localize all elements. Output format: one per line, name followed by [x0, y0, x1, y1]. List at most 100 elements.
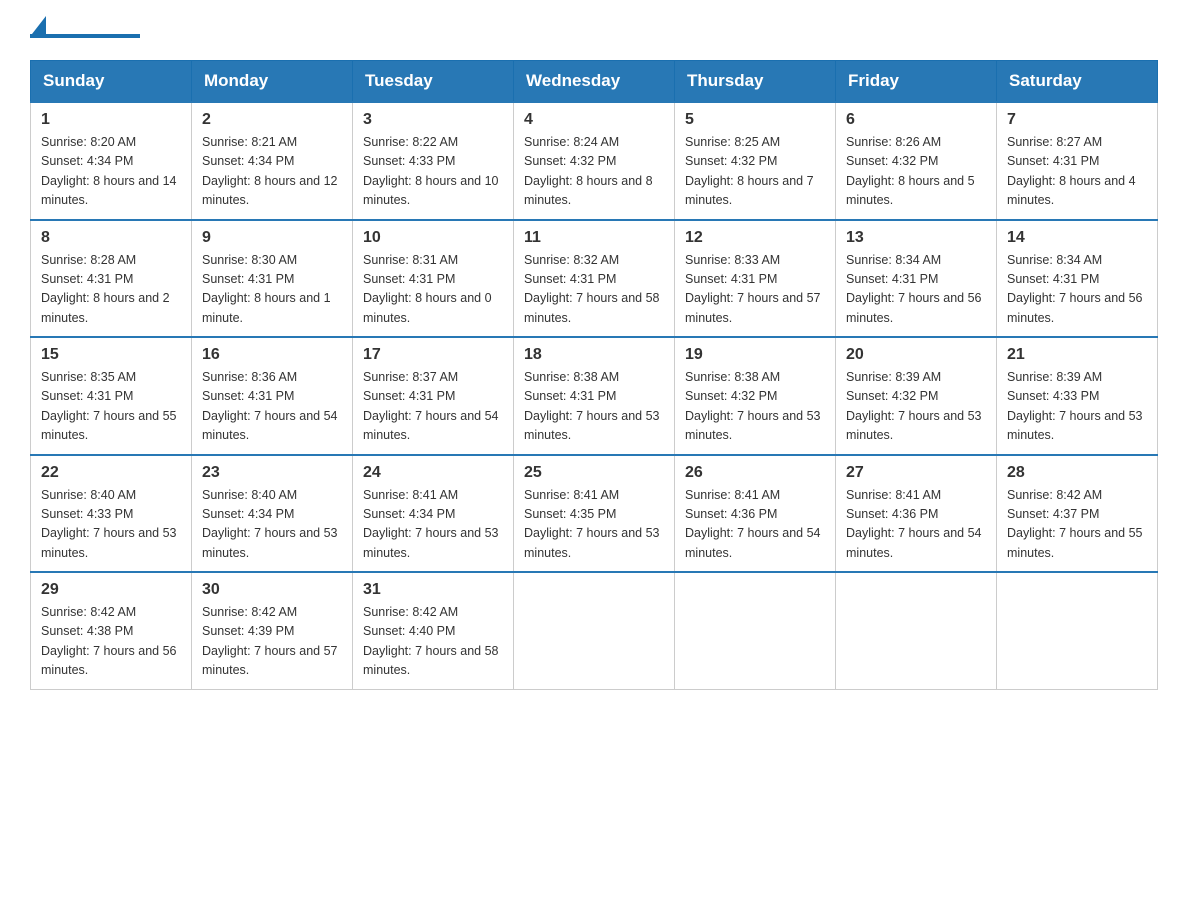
- logo: [30, 20, 140, 40]
- calendar-day-cell: 27Sunrise: 8:41 AMSunset: 4:36 PMDayligh…: [836, 455, 997, 573]
- day-info: Sunrise: 8:27 AMSunset: 4:31 PMDaylight:…: [1007, 133, 1147, 211]
- calendar-week-row: 22 Sunrise: 8:40 AMSunset: 4:33 PMDayligh…: [31, 455, 1158, 573]
- calendar-day-cell: 15 Sunrise: 8:35 AMSunset: 4:31 PMDayligh…: [31, 337, 192, 455]
- day-number: 6: [846, 111, 986, 129]
- calendar-day-cell: 31 Sunrise: 8:42 AMSunset: 4:40 PMDayligh…: [353, 572, 514, 689]
- day-info: Sunrise: 8:21 AMSunset: 4:34 PMDaylight:…: [202, 133, 342, 211]
- calendar-day-header: Tuesday: [353, 61, 514, 103]
- day-info: Sunrise: 8:33 AMSunset: 4:31 PMDaylight:…: [685, 251, 825, 329]
- calendar-day-cell: 12 Sunrise: 8:33 AMSunset: 4:31 PMDayligh…: [675, 220, 836, 338]
- day-number: 2: [202, 111, 342, 129]
- day-info: Sunrise: 8:34 AMSunset: 4:31 PMDaylight:…: [1007, 251, 1147, 329]
- day-info: Sunrise: 8:30 AMSunset: 4:31 PMDaylight:…: [202, 251, 342, 329]
- day-info: Sunrise: 8:38 AMSunset: 4:32 PMDaylight:…: [685, 368, 825, 446]
- day-number: 18: [524, 346, 664, 364]
- day-number: 13: [846, 229, 986, 247]
- day-number: 3: [363, 111, 503, 129]
- calendar-day-cell: 22 Sunrise: 8:40 AMSunset: 4:33 PMDayligh…: [31, 455, 192, 573]
- day-number: 27: [846, 464, 986, 482]
- day-number: 20: [846, 346, 986, 364]
- calendar-week-row: 1 Sunrise: 8:20 AMSunset: 4:34 PMDaylight…: [31, 102, 1158, 220]
- calendar-day-header: Saturday: [997, 61, 1158, 103]
- day-info: Sunrise: 8:42 AMSunset: 4:37 PMDaylight:…: [1007, 486, 1147, 564]
- day-number: 30: [202, 581, 342, 599]
- day-number: 7: [1007, 111, 1147, 129]
- day-info: Sunrise: 8:39 AMSunset: 4:33 PMDaylight:…: [1007, 368, 1147, 446]
- calendar-day-cell: 25Sunrise: 8:41 AMSunset: 4:35 PMDayligh…: [514, 455, 675, 573]
- day-info: Sunrise: 8:36 AMSunset: 4:31 PMDaylight:…: [202, 368, 342, 446]
- calendar-week-row: 29Sunrise: 8:42 AMSunset: 4:38 PMDayligh…: [31, 572, 1158, 689]
- calendar-day-cell: 5 Sunrise: 8:25 AMSunset: 4:32 PMDaylight…: [675, 102, 836, 220]
- calendar-day-cell: 9 Sunrise: 8:30 AMSunset: 4:31 PMDaylight…: [192, 220, 353, 338]
- day-number: 22: [41, 464, 181, 482]
- day-number: 17: [363, 346, 503, 364]
- calendar-day-header: Wednesday: [514, 61, 675, 103]
- day-info: Sunrise: 8:42 AMSunset: 4:40 PMDaylight:…: [363, 603, 503, 681]
- day-number: 21: [1007, 346, 1147, 364]
- calendar-day-cell: 30 Sunrise: 8:42 AMSunset: 4:39 PMDayligh…: [192, 572, 353, 689]
- day-info: Sunrise: 8:20 AMSunset: 4:34 PMDaylight:…: [41, 133, 181, 211]
- calendar-day-cell: 3 Sunrise: 8:22 AMSunset: 4:33 PMDaylight…: [353, 102, 514, 220]
- calendar-day-cell: [836, 572, 997, 689]
- calendar-day-cell: 4 Sunrise: 8:24 AMSunset: 4:32 PMDaylight…: [514, 102, 675, 220]
- day-info: Sunrise: 8:41 AMSunset: 4:35 PMDaylight:…: [524, 486, 664, 564]
- page-header: [30, 20, 1158, 40]
- day-info: Sunrise: 8:40 AMSunset: 4:33 PMDaylight:…: [41, 486, 181, 564]
- calendar-day-cell: 19Sunrise: 8:38 AMSunset: 4:32 PMDayligh…: [675, 337, 836, 455]
- day-info: Sunrise: 8:28 AMSunset: 4:31 PMDaylight:…: [41, 251, 181, 329]
- calendar-day-cell: 7 Sunrise: 8:27 AMSunset: 4:31 PMDaylight…: [997, 102, 1158, 220]
- calendar-day-cell: [514, 572, 675, 689]
- calendar-day-header: Monday: [192, 61, 353, 103]
- day-info: Sunrise: 8:32 AMSunset: 4:31 PMDaylight:…: [524, 251, 664, 329]
- calendar-day-cell: 2 Sunrise: 8:21 AMSunset: 4:34 PMDaylight…: [192, 102, 353, 220]
- calendar-table: SundayMondayTuesdayWednesdayThursdayFrid…: [30, 60, 1158, 690]
- day-info: Sunrise: 8:37 AMSunset: 4:31 PMDaylight:…: [363, 368, 503, 446]
- calendar-day-header: Sunday: [31, 61, 192, 103]
- calendar-day-cell: 10Sunrise: 8:31 AMSunset: 4:31 PMDayligh…: [353, 220, 514, 338]
- day-number: 12: [685, 229, 825, 247]
- day-number: 24: [363, 464, 503, 482]
- calendar-day-header: Thursday: [675, 61, 836, 103]
- day-info: Sunrise: 8:26 AMSunset: 4:32 PMDaylight:…: [846, 133, 986, 211]
- day-number: 31: [363, 581, 503, 599]
- calendar-day-cell: 21 Sunrise: 8:39 AMSunset: 4:33 PMDayligh…: [997, 337, 1158, 455]
- day-number: 9: [202, 229, 342, 247]
- calendar-day-cell: [675, 572, 836, 689]
- calendar-week-row: 15 Sunrise: 8:35 AMSunset: 4:31 PMDayligh…: [31, 337, 1158, 455]
- calendar-day-cell: 17 Sunrise: 8:37 AMSunset: 4:31 PMDayligh…: [353, 337, 514, 455]
- calendar-day-cell: 8 Sunrise: 8:28 AMSunset: 4:31 PMDaylight…: [31, 220, 192, 338]
- day-info: Sunrise: 8:35 AMSunset: 4:31 PMDaylight:…: [41, 368, 181, 446]
- day-number: 5: [685, 111, 825, 129]
- calendar-day-cell: 16 Sunrise: 8:36 AMSunset: 4:31 PMDayligh…: [192, 337, 353, 455]
- day-info: Sunrise: 8:41 AMSunset: 4:36 PMDaylight:…: [685, 486, 825, 564]
- day-number: 4: [524, 111, 664, 129]
- day-number: 8: [41, 229, 181, 247]
- day-info: Sunrise: 8:24 AMSunset: 4:32 PMDaylight:…: [524, 133, 664, 211]
- day-info: Sunrise: 8:40 AMSunset: 4:34 PMDaylight:…: [202, 486, 342, 564]
- day-info: Sunrise: 8:34 AMSunset: 4:31 PMDaylight:…: [846, 251, 986, 329]
- calendar-day-cell: 14 Sunrise: 8:34 AMSunset: 4:31 PMDayligh…: [997, 220, 1158, 338]
- day-number: 23: [202, 464, 342, 482]
- day-number: 10: [363, 229, 503, 247]
- day-number: 15: [41, 346, 181, 364]
- day-number: 16: [202, 346, 342, 364]
- calendar-day-cell: 11 Sunrise: 8:32 AMSunset: 4:31 PMDayligh…: [514, 220, 675, 338]
- day-info: Sunrise: 8:25 AMSunset: 4:32 PMDaylight:…: [685, 133, 825, 211]
- calendar-day-cell: 23 Sunrise: 8:40 AMSunset: 4:34 PMDayligh…: [192, 455, 353, 573]
- calendar-day-cell: 1 Sunrise: 8:20 AMSunset: 4:34 PMDaylight…: [31, 102, 192, 220]
- day-info: Sunrise: 8:42 AMSunset: 4:39 PMDaylight:…: [202, 603, 342, 681]
- day-info: Sunrise: 8:38 AMSunset: 4:31 PMDaylight:…: [524, 368, 664, 446]
- calendar-day-cell: 24 Sunrise: 8:41 AMSunset: 4:34 PMDayligh…: [353, 455, 514, 573]
- calendar-day-cell: 6 Sunrise: 8:26 AMSunset: 4:32 PMDaylight…: [836, 102, 997, 220]
- day-number: 11: [524, 229, 664, 247]
- day-number: 14: [1007, 229, 1147, 247]
- calendar-day-cell: 20Sunrise: 8:39 AMSunset: 4:32 PMDayligh…: [836, 337, 997, 455]
- day-number: 1: [41, 111, 181, 129]
- day-info: Sunrise: 8:41 AMSunset: 4:34 PMDaylight:…: [363, 486, 503, 564]
- calendar-day-cell: 28Sunrise: 8:42 AMSunset: 4:37 PMDayligh…: [997, 455, 1158, 573]
- logo-underline: [30, 34, 140, 38]
- calendar-week-row: 8 Sunrise: 8:28 AMSunset: 4:31 PMDaylight…: [31, 220, 1158, 338]
- day-info: Sunrise: 8:22 AMSunset: 4:33 PMDaylight:…: [363, 133, 503, 211]
- calendar-day-cell: 29Sunrise: 8:42 AMSunset: 4:38 PMDayligh…: [31, 572, 192, 689]
- calendar-day-cell: 13 Sunrise: 8:34 AMSunset: 4:31 PMDayligh…: [836, 220, 997, 338]
